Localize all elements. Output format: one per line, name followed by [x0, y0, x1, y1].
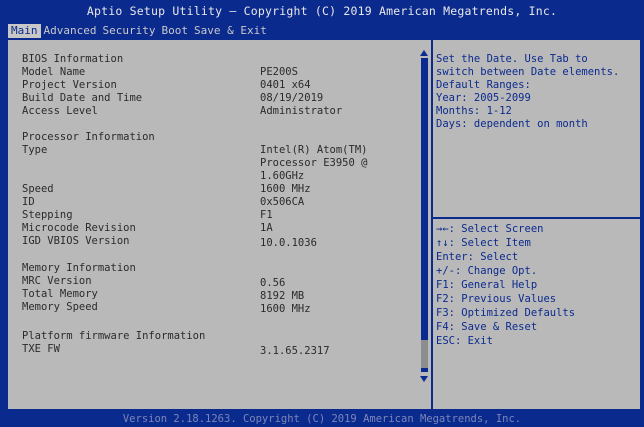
- scroll-up-arrow-icon[interactable]: [420, 50, 428, 56]
- key-exit: ESC: Exit: [436, 335, 493, 347]
- help-line-6: Days: dependent on month: [436, 118, 588, 130]
- tab-bar: Main Advanced Security Boot Save & Exit: [8, 24, 270, 38]
- access-level-label: Access Level: [22, 105, 98, 117]
- scroll-down-arrow-icon[interactable]: [420, 376, 428, 382]
- memory-speed-value: 1600 MHz: [260, 303, 311, 315]
- build-date-value: 08/19/2019: [260, 92, 324, 104]
- txe-fw-label: TXE FW: [22, 343, 60, 355]
- build-date-label: Build Date and Time: [22, 92, 143, 104]
- microcode-value: 1A: [260, 222, 273, 234]
- type-label: Type: [22, 144, 48, 156]
- help-divider: [433, 217, 640, 219]
- speed-value: 1600 MHz: [260, 183, 311, 195]
- project-version-label: Project Version: [22, 79, 117, 91]
- tab-save-exit[interactable]: Save & Exit: [191, 24, 270, 38]
- scrollbar-track[interactable]: [421, 58, 428, 372]
- app-title: Aptio Setup Utility – Copyright (C) 2019…: [86, 4, 558, 18]
- microcode-label: Microcode Revision: [22, 222, 136, 234]
- mrc-version-value: 0.56: [260, 277, 286, 289]
- key-change-opt: +/-: Change Opt.: [436, 265, 538, 277]
- stepping-label: Stepping: [22, 209, 73, 221]
- bios-screen: Aptio Setup Utility – Copyright (C) 2019…: [0, 0, 644, 427]
- help-line-2: switch between Date elements.: [436, 66, 620, 78]
- txe-fw-value: 3.1.65.2317: [260, 345, 330, 357]
- processor-info-heading: Processor Information: [22, 131, 155, 143]
- igd-vbios-value: 10.0.1036: [260, 237, 317, 249]
- tab-boot[interactable]: Boot: [158, 24, 191, 38]
- type-value-line2: Processor E3950 @: [260, 157, 368, 169]
- info-pane: BIOS Information Model Name PE200S Proje…: [8, 40, 431, 409]
- id-label: ID: [22, 196, 35, 208]
- key-general-help: F1: General Help: [436, 279, 538, 291]
- type-value-line1: Intel(R) Atom(TM): [260, 144, 368, 156]
- memory-speed-label: Memory Speed: [22, 301, 98, 313]
- help-line-3: Default Ranges:: [436, 79, 531, 91]
- platform-fw-heading: Platform firmware Information: [22, 330, 206, 342]
- model-name-label: Model Name: [22, 66, 86, 78]
- main-panel: BIOS Information Model Name PE200S Proje…: [8, 40, 640, 409]
- type-value-line3: 1.60GHz: [260, 170, 305, 182]
- bios-info-heading: BIOS Information: [22, 53, 124, 65]
- project-version-value: 0401 x64: [260, 79, 311, 91]
- key-select-screen: →←: Select Screen: [436, 223, 544, 235]
- version-footer: Version 2.18.1263. Copyright (C) 2019 Am…: [122, 413, 522, 425]
- speed-label: Speed: [22, 183, 54, 195]
- mrc-version-label: MRC Version: [22, 275, 92, 287]
- scrollbar-thumb[interactable]: [421, 340, 428, 368]
- access-level-value: Administrator: [260, 105, 343, 117]
- key-enter-select: Enter: Select: [436, 251, 519, 263]
- help-line-4: Year: 2005-2099: [436, 92, 531, 104]
- total-memory-label: Total Memory: [22, 288, 98, 300]
- tab-advanced[interactable]: Advanced: [41, 24, 100, 38]
- stepping-value: F1: [260, 209, 273, 221]
- key-optimized-defaults: F3: Optimized Defaults: [436, 307, 576, 319]
- igd-vbios-label: IGD VBIOS Version: [22, 235, 130, 247]
- memory-info-heading: Memory Information: [22, 262, 136, 274]
- key-select-item: ↑↓: Select Item: [436, 237, 531, 249]
- id-value: 0x506CA: [260, 196, 305, 208]
- help-line-1: Set the Date. Use Tab to: [436, 53, 588, 65]
- total-memory-value: 8192 MB: [260, 290, 305, 302]
- pane-divider: [431, 40, 433, 409]
- key-save-reset: F4: Save & Reset: [436, 321, 538, 333]
- help-line-5: Months: 1-12: [436, 105, 512, 117]
- tab-main[interactable]: Main: [8, 24, 41, 38]
- tab-security[interactable]: Security: [99, 24, 158, 38]
- key-previous-values: F2: Previous Values: [436, 293, 557, 305]
- model-name-value: PE200S: [260, 66, 298, 78]
